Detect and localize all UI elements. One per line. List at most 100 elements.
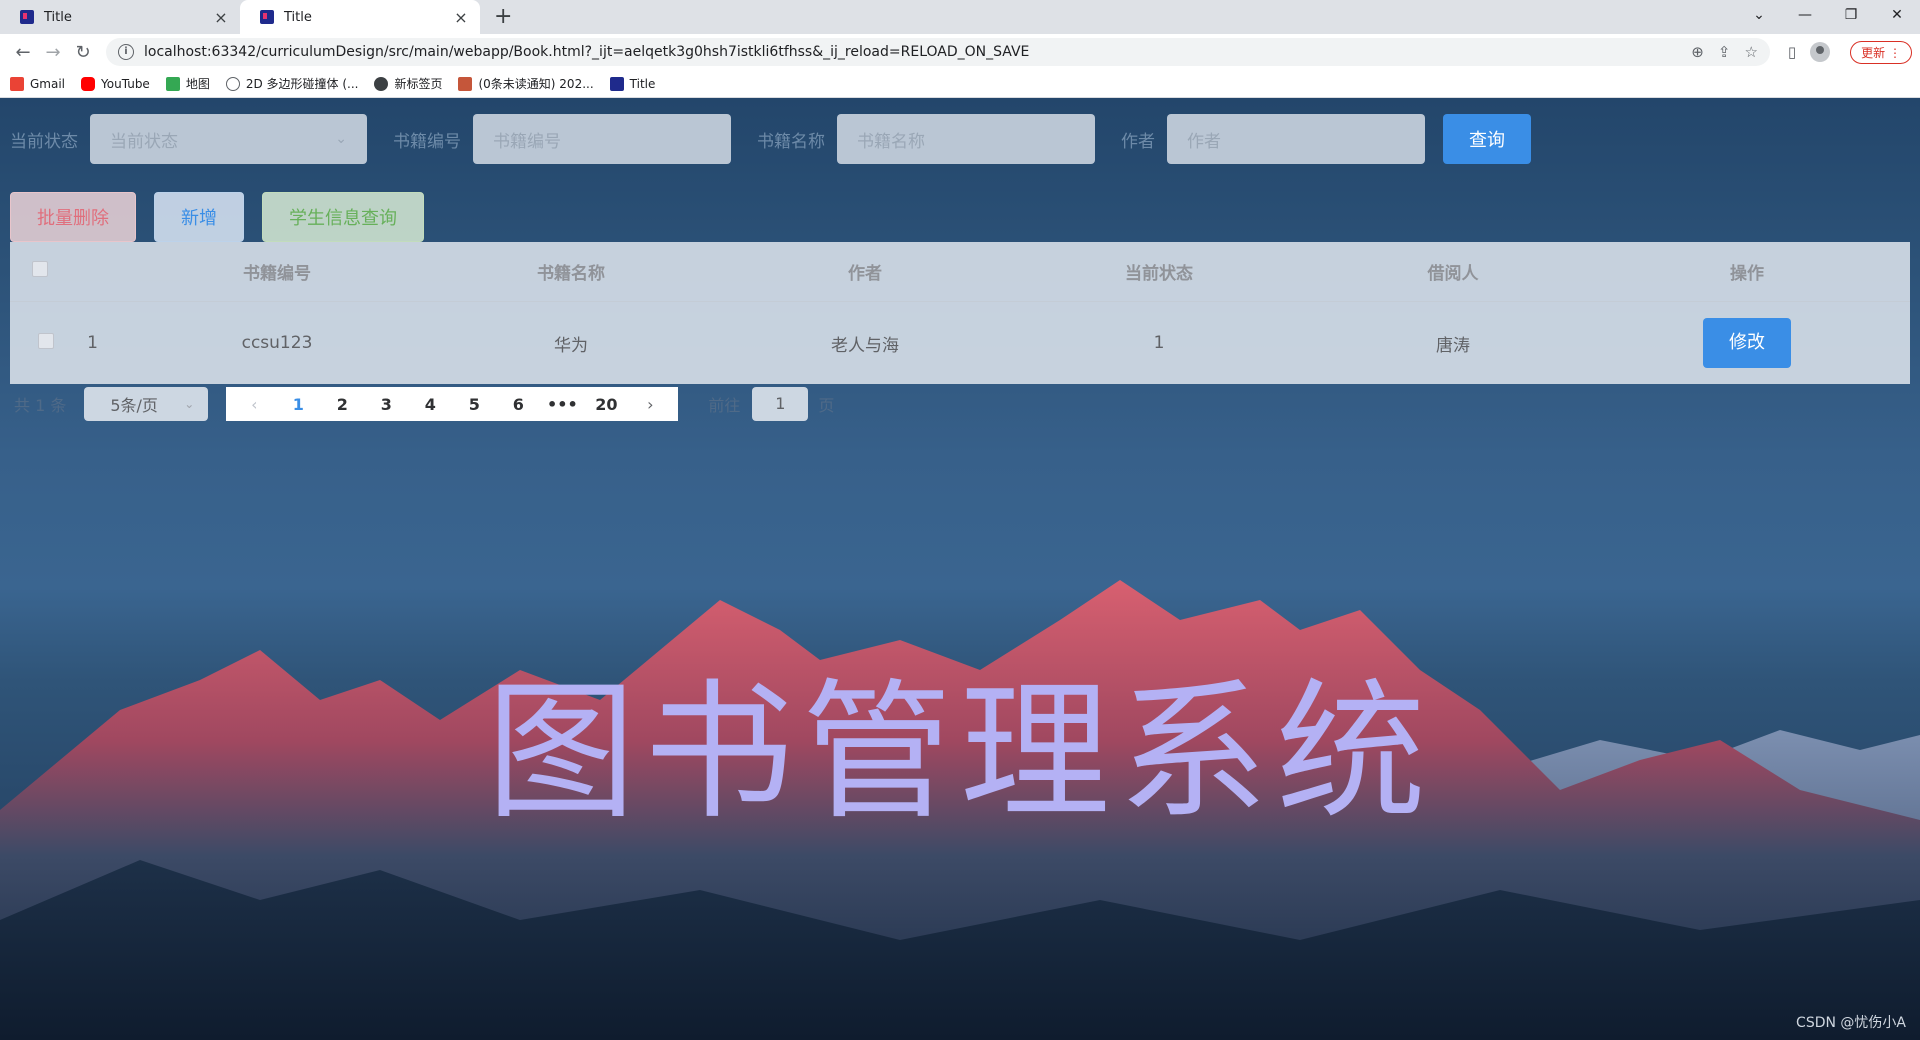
page-item[interactable]: 4	[408, 395, 452, 414]
total-count: 共 1 条	[14, 396, 67, 415]
chevron-down-icon: ⌄	[184, 397, 195, 411]
page-item[interactable]: 2	[320, 395, 364, 414]
zoom-icon[interactable]: ⊕	[1691, 43, 1704, 61]
status-placeholder: 当前状态	[110, 131, 178, 152]
cell-book-id: ccsu123	[241, 333, 313, 353]
bookmark-item[interactable]: Title	[609, 76, 656, 91]
address-bar[interactable]: i localhost:63342/curriculumDesign/src/m…	[106, 38, 1770, 66]
prev-page-icon[interactable]: ‹	[232, 395, 276, 414]
bookmark-item[interactable]: (0条未读通知) 202...	[458, 75, 594, 92]
book-name-input[interactable]: 书籍名称	[837, 114, 1095, 164]
status-label: 当前状态	[10, 131, 78, 152]
share-icon[interactable]: ⇪	[1718, 43, 1731, 61]
page-item[interactable]: 6	[496, 395, 540, 414]
side-panel-icon[interactable]: ▯	[1788, 43, 1796, 61]
edit-button[interactable]: 修改	[1703, 318, 1791, 368]
close-icon[interactable]: ×	[212, 8, 230, 27]
author-input[interactable]: 作者	[1167, 114, 1425, 164]
chrome-icon	[374, 76, 389, 91]
next-page-icon[interactable]: ›	[628, 395, 672, 414]
minimize-icon[interactable]: —	[1782, 7, 1828, 23]
update-button[interactable]: 更新 ⋮	[1850, 40, 1912, 64]
bookmark-star-icon[interactable]: ☆	[1744, 43, 1757, 61]
page-size-value: 5条/页	[110, 396, 158, 415]
url-text[interactable]: localhost:63342/curriculumDesign/src/mai…	[144, 44, 1029, 60]
header-actions: 操作	[1730, 264, 1764, 284]
forward-icon[interactable]: →	[38, 42, 68, 63]
close-window-icon[interactable]: ✕	[1874, 7, 1920, 23]
cell-book-name: 华为	[554, 335, 588, 356]
book-name-label: 书籍名称	[757, 131, 825, 152]
browser-tab-active[interactable]: Title ×	[240, 0, 480, 34]
maps-icon	[165, 76, 180, 91]
intellij-icon	[260, 10, 274, 24]
bookmarks-bar: Gmail YouTube 地图 2D 多边形碰撞体 (... 新标签页 (0条…	[0, 70, 1920, 98]
book-id-input[interactable]: 书籍编号	[473, 114, 731, 164]
page-item[interactable]: 20	[584, 395, 628, 414]
page-content: 当前状态 当前状态 ⌄ 书籍编号 书籍编号 书籍名称 书籍名称 作者 作者 查询…	[0, 98, 1920, 1040]
status-select[interactable]: 当前状态 ⌄	[90, 114, 367, 164]
goto-label: 前往	[708, 396, 741, 415]
pagination: 共 1 条 5条/页 ⌄ ‹ 1 2 3 4 5 6 ••• 20 › 前往 1…	[14, 386, 834, 422]
student-query-button[interactable]: 学生信息查询	[262, 192, 424, 242]
row-index: 1	[87, 333, 98, 353]
header-borrower: 借阅人	[1427, 264, 1479, 284]
intellij-icon	[20, 10, 34, 24]
query-button[interactable]: 查询	[1443, 114, 1531, 164]
author-label: 作者	[1121, 131, 1155, 152]
youtube-icon	[81, 76, 96, 91]
bookmark-label: YouTube	[101, 76, 150, 91]
csdn-watermark: CSDN @忧伤小A	[1796, 1015, 1906, 1031]
header-author: 作者	[848, 264, 882, 284]
add-button[interactable]: 新增	[154, 192, 244, 242]
close-icon[interactable]: ×	[452, 8, 470, 27]
bookmark-label: 地图	[185, 77, 210, 91]
page-size-select[interactable]: 5条/页 ⌄	[84, 387, 209, 421]
more-pages-icon[interactable]: •••	[540, 395, 584, 414]
cell-actions: 修改	[1600, 318, 1894, 368]
site-info-icon[interactable]: i	[118, 44, 134, 60]
page-item[interactable]: 5	[452, 395, 496, 414]
book-id-label: 书籍编号	[393, 131, 461, 152]
bookmark-item[interactable]: 地图	[165, 75, 210, 92]
book-name-placeholder: 书籍名称	[857, 131, 925, 152]
browser-tab[interactable]: Title ×	[0, 0, 240, 34]
cell-status: 1	[1153, 333, 1165, 353]
restore-icon[interactable]: ❐	[1828, 7, 1874, 23]
omnibox-actions: ⊕ ⇪ ☆	[1691, 43, 1758, 61]
bookmark-label: 新标签页	[394, 77, 443, 91]
globe-icon	[225, 76, 240, 91]
reload-icon[interactable]: ↻	[68, 42, 98, 63]
cell-author: 老人与海	[831, 335, 899, 356]
tab-title: Title	[44, 9, 72, 25]
tab-title: Title	[284, 9, 312, 25]
chevron-down-icon: ⌄	[335, 131, 347, 147]
row-select-cell	[10, 332, 55, 354]
page-item[interactable]: 3	[364, 395, 408, 414]
system-title: 图书管理系统	[485, 666, 1434, 840]
csdn-icon	[458, 76, 473, 91]
bookmark-label: (0条未读通知) 202...	[478, 77, 594, 91]
page-item[interactable]: 1	[276, 395, 320, 414]
bookmark-item[interactable]: 2D 多边形碰撞体 (...	[225, 75, 359, 92]
bookmark-item[interactable]: Gmail	[10, 76, 65, 91]
goto-page-input[interactable]: 1	[752, 387, 809, 421]
back-icon[interactable]: ←	[8, 42, 38, 63]
select-all-cell	[10, 261, 55, 282]
bookmark-label: 2D 多边形碰撞体 (...	[245, 77, 359, 91]
table-header: 书籍编号 书籍名称 作者 当前状态 借阅人 操作	[10, 242, 1910, 302]
bookmark-item[interactable]: 新标签页	[374, 75, 442, 92]
row-checkbox[interactable]	[37, 332, 54, 349]
select-all-checkbox[interactable]	[31, 261, 48, 277]
table-row: 1 ccsu123 华为 老人与海 1 唐涛 修改	[10, 302, 1910, 384]
bookmark-label: Title	[629, 76, 656, 91]
author-placeholder: 作者	[1187, 131, 1221, 152]
header-status: 当前状态	[1125, 264, 1193, 284]
toolbar-icons: ▯ 更新 ⋮	[1788, 40, 1912, 64]
bookmark-item[interactable]: YouTube	[81, 76, 150, 91]
gmail-icon	[10, 76, 24, 91]
new-tab-button[interactable]: +	[480, 0, 526, 34]
tab-search-icon[interactable]: ⌄	[1736, 7, 1782, 23]
profile-avatar[interactable]	[1810, 42, 1831, 62]
batch-delete-button[interactable]: 批量删除	[10, 192, 136, 242]
